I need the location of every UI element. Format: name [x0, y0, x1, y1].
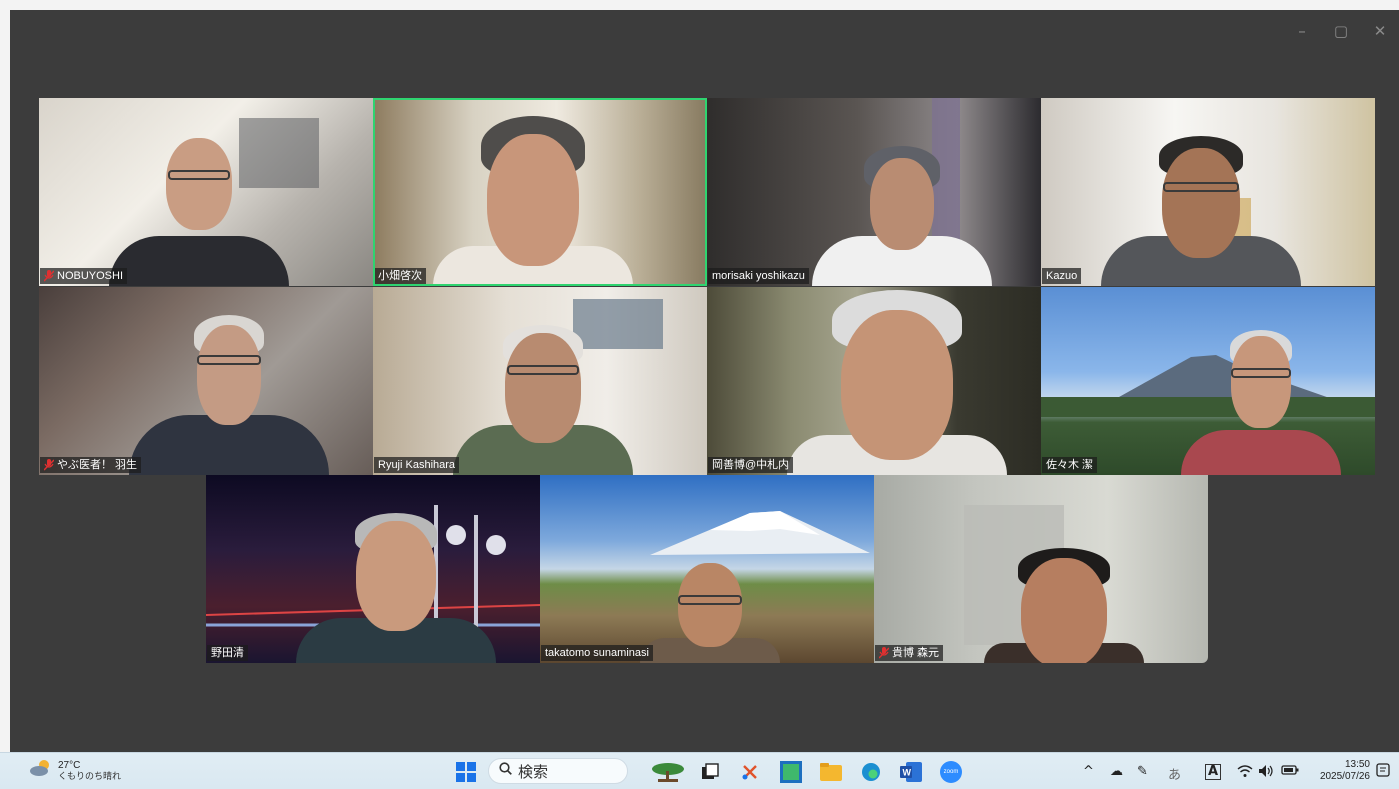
snipping-tool-icon — [742, 765, 757, 780]
cloudy-sun-icon — [30, 759, 52, 782]
participant-name-tag: NOBUYOSHI — [40, 268, 128, 284]
participant-name-tag: やぶ医者！ 羽生 — [40, 457, 142, 473]
participant-name-tag: 岡善博@中札内 — [708, 457, 794, 473]
participant-name: 佐々木 潔 — [1046, 459, 1094, 471]
participant-name: 貴博 森元 — [892, 647, 940, 659]
participant-video — [1101, 136, 1301, 286]
participant-name: やぶ医者！ 羽生 — [57, 459, 138, 471]
participant-name: 岡善博@中札内 — [712, 459, 790, 471]
taskbar-search-box[interactable]: 検索 — [488, 758, 628, 784]
participant-name-tag: Kazuo — [1042, 268, 1082, 284]
participant-name: 小畑啓次 — [378, 270, 422, 282]
weather-temperature: 27°C — [58, 759, 81, 771]
snipping-tool-button[interactable] — [740, 762, 760, 782]
word-button[interactable]: W — [900, 762, 922, 782]
mountain-background — [650, 511, 870, 555]
participant-video — [984, 548, 1144, 663]
pen-icon[interactable]: ✎ — [1137, 764, 1148, 779]
bonsai-app-icon — [652, 763, 684, 782]
wifi-icon[interactable] — [1237, 764, 1253, 782]
search-icon — [499, 762, 512, 780]
participant-video — [640, 563, 780, 663]
participant-video — [1181, 330, 1341, 475]
video-tile-morimoto[interactable]: 貴博 森元 — [874, 475, 1208, 663]
clock-time: 13:50 — [1344, 759, 1370, 770]
photos-app-icon — [780, 761, 802, 783]
participant-name-tag: 小畑啓次 — [374, 268, 426, 284]
notification-icon[interactable] — [1376, 763, 1390, 784]
participant-video — [109, 136, 289, 286]
file-explorer-icon — [820, 763, 842, 781]
participant-name: Ryuji Kashihara — [378, 459, 456, 471]
participant-name-tag: takatomo sunaminasi — [541, 645, 653, 661]
bonsai-app-button[interactable] — [648, 762, 688, 782]
video-tile-obata[interactable]: 小畑啓次 — [373, 98, 707, 286]
ime-indicator[interactable]: あ — [1168, 764, 1181, 783]
video-tile-sunaminasi[interactable]: takatomo sunaminasi — [540, 475, 874, 663]
onedrive-icon[interactable]: ☁ — [1110, 764, 1123, 779]
participant-name: NOBUYOSHI — [57, 270, 124, 282]
video-tile-nobuyoshi[interactable]: NOBUYOSHI — [39, 98, 373, 286]
mic-muted-icon — [43, 459, 55, 471]
zoom-label: zoom — [943, 769, 959, 775]
video-tile-noda[interactable]: 野田清 — [206, 475, 540, 663]
zoom-button[interactable]: zoom — [940, 761, 962, 783]
task-view-icon — [702, 763, 719, 779]
participant-video — [453, 325, 633, 475]
participant-name-tag: Ryuji Kashihara — [374, 457, 460, 473]
participant-video — [296, 513, 496, 663]
font-app-icon[interactable]: A — [1205, 764, 1222, 780]
mic-muted-icon — [878, 647, 890, 659]
zoom-meeting-window: – ▢ ✕ NOBUYOSHI 小畑啓次 morisaki yoshikazu … — [10, 10, 1399, 752]
tray-chevron-icon[interactable]: ^ — [1083, 764, 1094, 779]
participant-video — [812, 146, 992, 286]
edge-icon — [862, 763, 880, 781]
edge-button[interactable] — [860, 762, 882, 782]
participant-name: takatomo sunaminasi — [545, 647, 649, 659]
windows-taskbar: 27°C くもりのち晴れ 検索 W zoom ^ ☁ ✎ あ A 13:50 2… — [0, 752, 1399, 789]
participant-name-tag: morisaki yoshikazu — [708, 268, 809, 284]
gallery-view: NOBUYOSHI 小畑啓次 morisaki yoshikazu Kazuo … — [10, 10, 1399, 752]
participant-video — [433, 116, 633, 286]
video-tile-sasaki[interactable]: 佐々木 潔 — [1041, 287, 1375, 475]
participant-video — [787, 290, 1007, 475]
task-view-button[interactable] — [700, 762, 720, 782]
volume-icon[interactable] — [1258, 764, 1274, 782]
windows-start-icon — [456, 762, 476, 782]
video-tile-habu[interactable]: やぶ医者！ 羽生 — [39, 287, 373, 475]
participant-name-tag: 野田清 — [207, 645, 248, 661]
word-icon: W — [900, 762, 922, 782]
photos-app-button[interactable] — [780, 761, 802, 783]
weather-description: くもりのち晴れ — [58, 770, 122, 781]
mic-muted-icon — [43, 270, 55, 282]
clock-date: 2025/07/26 — [1319, 771, 1370, 782]
video-tile-oka[interactable]: 岡善博@中札内 — [707, 287, 1041, 475]
file-explorer-button[interactable] — [820, 762, 842, 782]
participant-name: Kazuo — [1046, 270, 1078, 282]
start-button[interactable] — [456, 762, 476, 782]
battery-icon[interactable] — [1281, 764, 1299, 780]
video-tile-kazuo[interactable]: Kazuo — [1041, 98, 1375, 286]
video-tile-kashihara[interactable]: Ryuji Kashihara — [373, 287, 707, 475]
taskbar-clock[interactable]: 13:50 2025/07/26 — [1318, 759, 1370, 783]
participant-name: morisaki yoshikazu — [712, 270, 805, 282]
participant-name: 野田清 — [211, 647, 244, 659]
svg-text:W: W — [903, 768, 912, 778]
participant-name-tag: 貴博 森元 — [875, 645, 944, 661]
video-tile-morisaki[interactable]: morisaki yoshikazu — [707, 98, 1041, 286]
zoom-icon: zoom — [940, 761, 962, 783]
participant-video — [129, 315, 329, 475]
desktop-screen: – ▢ ✕ NOBUYOSHI 小畑啓次 morisaki yoshikazu … — [0, 0, 1399, 789]
search-label: 検索 — [518, 763, 549, 781]
participant-name-tag: 佐々木 潔 — [1042, 457, 1098, 473]
weather-widget[interactable]: 27°C くもりのち晴れ — [30, 759, 121, 782]
